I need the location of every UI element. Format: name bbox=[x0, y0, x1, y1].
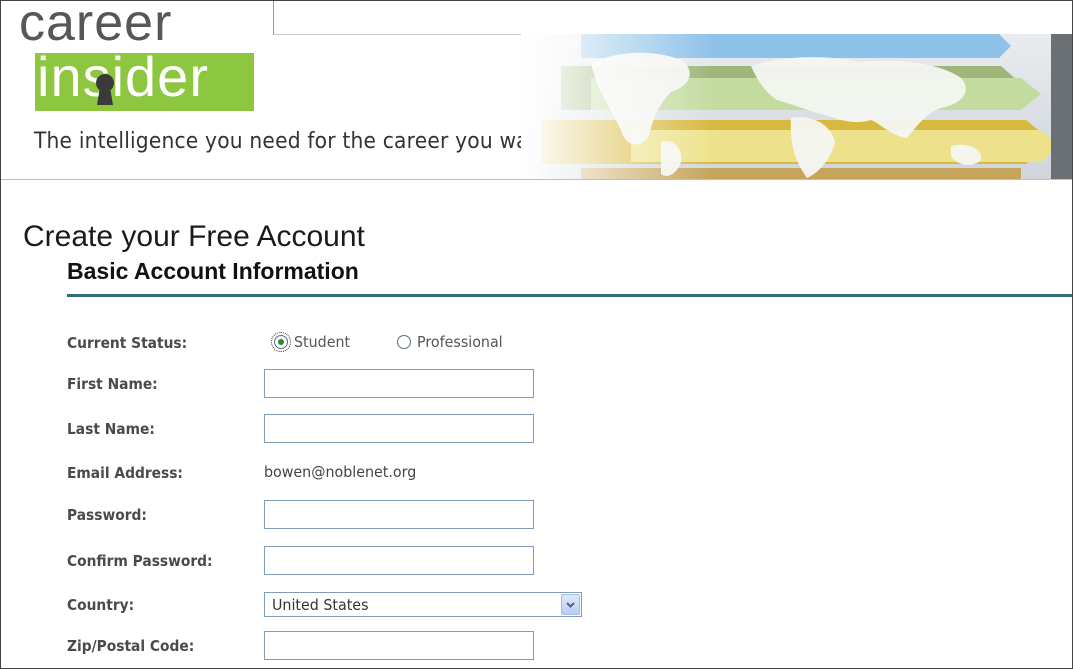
keyhole-icon bbox=[96, 74, 114, 105]
first-name-label: First Name: bbox=[67, 375, 158, 393]
radio-button-student[interactable] bbox=[271, 332, 291, 352]
header-top-bar bbox=[273, 1, 1072, 35]
radio-button-professional[interactable] bbox=[397, 335, 411, 349]
section-title: Basic Account Information bbox=[67, 258, 359, 284]
last-name-label: Last Name: bbox=[67, 420, 155, 438]
password-label: Password: bbox=[67, 506, 147, 524]
last-name-input[interactable] bbox=[264, 414, 534, 443]
chevron-down-icon[interactable] bbox=[561, 594, 580, 615]
page-title: Create your Free Account bbox=[23, 220, 365, 253]
country-selected-value: United States bbox=[272, 596, 369, 614]
tagline: The intelligence you need for the career… bbox=[34, 129, 557, 154]
site-header: career insider The intelligence you need… bbox=[1, 1, 1072, 179]
form-row-country: Country: United States bbox=[1, 592, 1072, 622]
form-row-zip: Zip/Postal Code: bbox=[1, 631, 1072, 661]
first-name-input[interactable] bbox=[264, 369, 534, 398]
logo-insider-text: insider bbox=[37, 45, 209, 108]
world-map-banner bbox=[521, 34, 1072, 179]
status-label: Current Status: bbox=[67, 334, 188, 352]
confirm-password-label: Confirm Password: bbox=[67, 552, 213, 570]
form-row-status: Current Status: Student Professional bbox=[1, 328, 1072, 358]
email-value: bowen@noblenet.org bbox=[264, 463, 417, 481]
form-row-email: Email Address: bowen@noblenet.org bbox=[1, 458, 1072, 488]
form-row-password: Password: bbox=[1, 500, 1072, 530]
zip-input[interactable] bbox=[264, 631, 534, 660]
radio-student-label[interactable]: Student bbox=[294, 333, 350, 351]
password-input[interactable] bbox=[264, 500, 534, 529]
radio-selected-dot bbox=[278, 339, 284, 345]
country-label: Country: bbox=[67, 596, 135, 614]
radio-professional-label[interactable]: Professional bbox=[417, 333, 503, 351]
confirm-password-input[interactable] bbox=[264, 546, 534, 575]
form-row-confirm-password: Confirm Password: bbox=[1, 546, 1072, 576]
form-row-last-name: Last Name: bbox=[1, 414, 1072, 444]
radio-professional[interactable]: Professional bbox=[397, 333, 507, 351]
page-frame: career insider The intelligence you need… bbox=[0, 0, 1073, 669]
zip-label: Zip/Postal Code: bbox=[67, 637, 195, 655]
country-select[interactable]: United States bbox=[264, 592, 582, 617]
form-row-first-name: First Name: bbox=[1, 369, 1072, 399]
header-divider bbox=[1, 179, 1072, 180]
section-divider bbox=[67, 294, 1072, 297]
email-label: Email Address: bbox=[67, 464, 183, 482]
radio-student[interactable]: Student bbox=[271, 332, 353, 352]
